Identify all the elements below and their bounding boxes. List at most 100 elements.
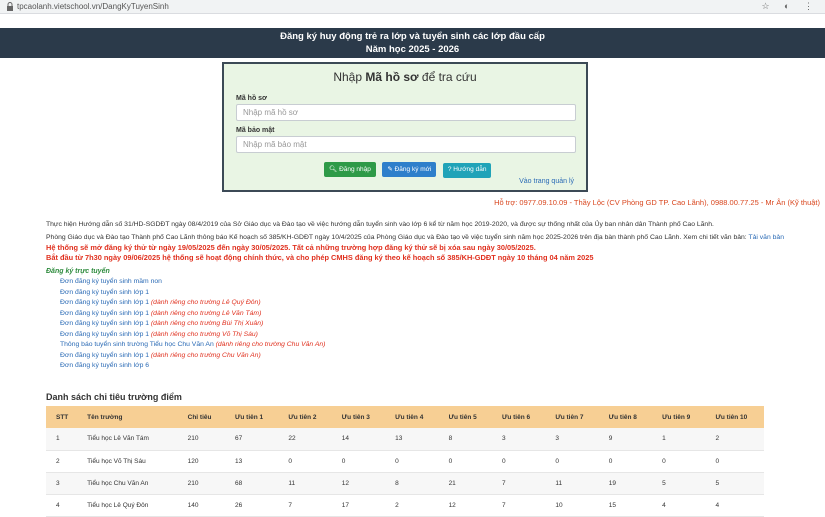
table-cell: Tiểu học Chu Văn An	[77, 472, 178, 495]
table-cell: 120	[177, 450, 225, 473]
button-row: 🔍︎ Đăng nhập ✎ Đăng ký mới ? Hướng dẫn	[324, 158, 493, 178]
table-cell: 8	[385, 472, 439, 495]
table-cell: 15	[598, 494, 653, 517]
page-header: Đăng ký huy động trẻ ra lớp và tuyển sin…	[0, 28, 825, 58]
support-contact: Hỗ trợ: 0977.09.10.09 - Thầy Lộc (CV Phò…	[494, 198, 820, 207]
secret-input[interactable]: Nhập mã bảo mật	[236, 136, 576, 153]
table-cell: 13	[385, 428, 439, 451]
table-cell: 68	[225, 472, 279, 495]
online-registration-title: Đăng ký trực tuyến	[46, 268, 110, 275]
table-cell: 0	[438, 450, 492, 473]
table-cell: 140	[177, 494, 225, 517]
table-cell: 210	[177, 472, 225, 495]
browser-toolbar-icons[interactable]: ☆ ◐ ⋮	[761, 1, 819, 12]
table-cell: 22	[278, 428, 332, 451]
col-header: Ưu tiên 5	[438, 406, 492, 428]
registration-link[interactable]: Thông báo tuyển sinh trường Tiểu học Chu…	[60, 340, 821, 351]
col-header: Ưu tiên 6	[491, 406, 546, 428]
table-cell: Tiểu học Võ Thị Sáu	[77, 450, 178, 473]
col-header: Ưu tiên 9	[652, 406, 706, 428]
table-cell: 3	[545, 428, 599, 451]
code-label: Mã hồ sơ	[236, 95, 268, 102]
registration-link[interactable]: Đơn đăng ký tuyển sinh lớp 1 (dành riêng…	[60, 319, 821, 330]
table-cell: 210	[177, 428, 225, 451]
admin-link[interactable]: Vào trang quản lý	[519, 178, 574, 185]
table-row: 1 Tiểu học Lê Văn Tám 210 67 22 14 13 8 3 3 9 1 2	[46, 428, 764, 451]
lookup-panel: Nhập Mã hồ sơ để tra cứu Mã hồ sơ Nhập m…	[222, 62, 588, 192]
secret-label: Mã bảo mật	[236, 127, 275, 134]
col-header: Ưu tiên 2	[278, 406, 332, 428]
table-cell: 3	[491, 428, 546, 451]
registration-links: Đơn đăng ký tuyển sinh mầm non Đơn đăng …	[60, 277, 821, 372]
browser-address-bar[interactable]: tpcaolanh.vietschool.vn/DangKyTuyenSinh …	[0, 0, 825, 14]
table-cell: Tiểu học Lê Văn Tám	[77, 428, 178, 451]
table-cell: 7	[491, 494, 546, 517]
notice-trial: Hệ thống sẽ mở đăng ký thử từ ngày 19/05…	[46, 243, 536, 252]
table-cell: 19	[598, 472, 653, 495]
table-cell: 13	[225, 450, 279, 473]
quota-table-title: Danh sách chỉ tiêu trường điểm	[46, 392, 182, 402]
col-header: Ưu tiên 1	[225, 406, 279, 428]
table-cell: 1	[652, 428, 706, 451]
table-cell: 7	[491, 472, 546, 495]
notice-official: Bắt đầu từ 7h30 ngày 09/06/2025 hệ thống…	[46, 253, 594, 262]
header-school-year: Năm học 2025 - 2026	[365, 44, 460, 55]
table-cell: Tiểu học Lê Quý Đôn	[77, 494, 178, 517]
table-cell: 0	[545, 450, 599, 473]
registration-link[interactable]: Đơn đăng ký tuyển sinh lớp 1 (dành riêng…	[60, 309, 821, 320]
table-cell: 11	[278, 472, 332, 495]
code-input[interactable]: Nhập mã hồ sơ	[236, 104, 576, 121]
table-cell: 4	[652, 494, 706, 517]
intro-section: Thực hiện Hướng dẫn số 31/HD-SGDĐT ngày …	[46, 220, 821, 372]
col-header: Ưu tiên 10	[705, 406, 764, 428]
intro-paragraph-1: Thực hiện Hướng dẫn số 31/HD-SGDĐT ngày …	[46, 221, 714, 228]
registration-link[interactable]: Đơn đăng ký tuyển sinh lớp 1 (dành riêng…	[60, 330, 821, 341]
table-row: 3 Tiểu học Chu Văn An 210 68 11 12 8 21 7 11 19 5 5	[46, 472, 764, 495]
table-cell: 1	[46, 428, 78, 451]
table-cell: 8	[438, 428, 492, 451]
table-cell: 0	[278, 450, 332, 473]
table-cell: 9	[598, 428, 653, 451]
table-cell: 0	[652, 450, 706, 473]
table-cell: 14	[331, 428, 386, 451]
table-cell: 21	[438, 472, 492, 495]
panel-title: Nhập Mã hồ sơ để tra cứu	[333, 70, 477, 84]
browser-url[interactable]: tpcaolanh.vietschool.vn/DangKyTuyenSinh	[17, 2, 169, 11]
table-cell: 26	[225, 494, 279, 517]
table-cell: 12	[438, 494, 492, 517]
table-cell: 4	[705, 494, 764, 517]
col-header: Ưu tiên 3	[331, 406, 386, 428]
col-header: Ưu tiên 7	[545, 406, 599, 428]
col-header: STT	[46, 406, 78, 428]
col-header: Tên trường	[77, 406, 178, 428]
table-cell: 11	[545, 472, 599, 495]
registration-link[interactable]: Đơn đăng ký tuyển sinh lớp 1	[60, 288, 821, 299]
table-cell: 0	[598, 450, 653, 473]
registration-link[interactable]: Đơn đăng ký tuyển sinh mầm non	[60, 277, 821, 288]
table-row: 2 Tiểu học Võ Thị Sáu 120 13 0 0 0 0 0 0 0 0 0	[46, 450, 764, 473]
login-button[interactable]: 🔍︎ Đăng nhập	[324, 162, 376, 177]
table-cell: 0	[385, 450, 439, 473]
table-cell: 2	[46, 450, 78, 473]
quota-table: STT Tên trường Chỉ tiêu Ưu tiên 1 Ưu tiê…	[46, 406, 764, 517]
registration-link[interactable]: Đơn đăng ký tuyển sinh lớp 1 (dành riêng…	[60, 298, 821, 309]
table-cell: 0	[705, 450, 764, 473]
table-cell: 2	[385, 494, 439, 517]
table-cell: 12	[331, 472, 386, 495]
register-button[interactable]: ✎ Đăng ký mới	[382, 162, 437, 177]
table-cell: 2	[705, 428, 764, 451]
help-button[interactable]: ? Hướng dẫn	[442, 163, 492, 178]
table-cell: 7	[278, 494, 332, 517]
table-cell: 0	[491, 450, 546, 473]
download-document-link[interactable]: Tải văn bản	[748, 234, 784, 241]
table-cell: 3	[46, 472, 78, 495]
col-header: Ưu tiên 8	[598, 406, 653, 428]
registration-link[interactable]: Đơn đăng ký tuyển sinh lớp 6	[60, 361, 821, 372]
pencil-icon: ✎	[387, 166, 395, 173]
col-header: Ưu tiên 4	[385, 406, 439, 428]
table-cell: 5	[652, 472, 706, 495]
table-cell: 17	[331, 494, 386, 517]
table-row: 4 Tiểu học Lê Quý Đôn 140 26 7 17 2 12 7 10 15 4 4	[46, 494, 764, 517]
registration-link[interactable]: Đơn đăng ký tuyển sinh lớp 1 (dành riêng…	[60, 351, 821, 362]
table-cell: 4	[46, 494, 78, 517]
